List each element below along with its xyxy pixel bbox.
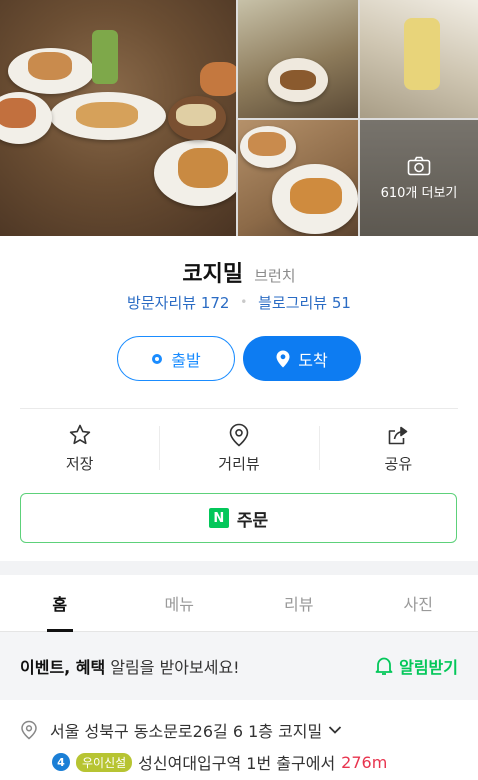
tab-home[interactable]: 홈	[0, 575, 120, 631]
photo-tile[interactable]	[360, 0, 478, 118]
place-category: 브런치	[254, 267, 296, 285]
arrive-button[interactable]: 도착	[243, 336, 361, 381]
photo-more-tile[interactable]: 610개 더보기	[360, 120, 478, 236]
address-text: 서울 성북구 동소문로26길 6 1층 코지밀	[50, 722, 323, 741]
divider	[20, 408, 458, 409]
visitor-review-link[interactable]: 방문자리뷰 172	[127, 294, 229, 312]
depart-button[interactable]: 출발	[117, 336, 235, 381]
tab-review[interactable]: 리뷰	[239, 575, 359, 631]
tab-menu[interactable]: 메뉴	[120, 575, 240, 631]
chevron-down-icon[interactable]	[328, 725, 342, 735]
main-photo[interactable]	[0, 0, 236, 236]
photo-gallery[interactable]: 610개 더보기	[0, 0, 478, 236]
save-label: 저장	[65, 454, 94, 473]
action-bar: 저장 거리뷰 공유	[0, 410, 478, 486]
photo-tile[interactable]	[238, 0, 358, 118]
more-photos-label: 610개 더보기	[380, 185, 458, 201]
place-title-row: 코지밀 브런치	[0, 256, 478, 288]
alarm-button[interactable]: 알림받기	[375, 654, 458, 678]
subway-line-badge: 4	[52, 753, 70, 771]
route-buttons: 출발 도착	[0, 336, 478, 381]
subway-info: 4 우이신설 성신여대입구역 1번 출구에서 276m	[52, 750, 472, 774]
tab-bar: 홈 메뉴 리뷰 사진	[0, 575, 478, 632]
tab-photo[interactable]: 사진	[359, 575, 478, 631]
photo-tile[interactable]	[238, 120, 358, 236]
naver-n-icon: N	[208, 508, 229, 528]
event-body-text: 알림을 받아보세요!	[105, 658, 240, 677]
map-pin-icon	[276, 350, 290, 368]
distance-text: 276m	[341, 752, 388, 772]
depart-label: 출발	[171, 350, 201, 370]
save-button[interactable]: 저장	[0, 410, 159, 486]
street-view-button[interactable]: 거리뷰	[159, 410, 318, 486]
share-icon	[389, 426, 408, 444]
order-label: 주문	[236, 510, 269, 531]
event-text: 이벤트, 혜택 알림을 받아보세요!	[20, 654, 240, 678]
separator-dot: •	[240, 295, 248, 309]
location-pin-icon	[20, 720, 38, 740]
section-divider	[0, 561, 478, 575]
camera-icon	[407, 156, 431, 175]
alarm-label: 알림받기	[399, 658, 458, 677]
address-row[interactable]: 서울 성북구 동소문로26길 6 1층 코지밀	[20, 718, 460, 742]
subway-line-tag: 우이신설	[76, 752, 133, 772]
station-text: 성신여대입구역 1번 출구에서	[138, 754, 336, 773]
place-name: 코지밀	[182, 262, 244, 287]
event-banner: 이벤트, 혜택 알림을 받아보세요! 알림받기	[0, 632, 478, 700]
review-summary: 방문자리뷰 172 • 블로그리뷰 51	[0, 292, 478, 313]
share-label: 공유	[384, 454, 413, 473]
origin-dot-icon	[151, 353, 163, 365]
bell-icon	[375, 657, 393, 675]
order-button[interactable]: N 주문	[20, 493, 457, 543]
street-view-label: 거리뷰	[218, 454, 260, 473]
share-button[interactable]: 공유	[318, 410, 478, 486]
arrive-label: 도착	[298, 350, 328, 370]
map-pin-outline-icon	[229, 423, 249, 447]
blog-review-link[interactable]: 블로그리뷰 51	[258, 294, 351, 312]
event-bold-text: 이벤트, 혜택	[20, 658, 106, 677]
star-icon	[69, 424, 90, 444]
